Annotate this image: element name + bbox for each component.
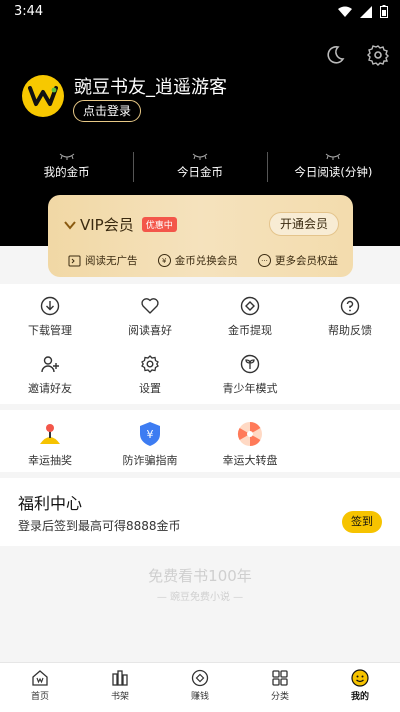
nav-label: 我的 (350, 692, 369, 702)
menu-label: 设置 (139, 382, 161, 395)
menu-row: 下载管理 阅读喜好 金币提现 帮助反馈 (0, 284, 400, 342)
joystick-icon (40, 424, 60, 444)
status-time: 3:44 (14, 4, 44, 19)
lash-icon (59, 153, 74, 160)
menu-help[interactable]: 帮助反馈 (300, 284, 400, 342)
yen-coin-icon: ¥ (157, 254, 171, 267)
status-bar: 3:44 (0, 0, 400, 24)
stat-label: 今日阅读(分钟) (294, 165, 373, 179)
download-icon (40, 296, 60, 316)
battery-icon (380, 5, 388, 18)
vip-chevron-icon (64, 220, 76, 230)
vip-title-row: VIP会员 优惠中 (64, 214, 177, 235)
nav-home[interactable]: 首页 (0, 663, 80, 712)
nav-earn[interactable]: 赚钱 (160, 663, 240, 712)
stat-my-coins[interactable]: 我的金币 (0, 148, 133, 188)
menu-label: 金币提现 (228, 324, 272, 337)
perk-label: 阅读无广告 (85, 255, 138, 267)
bookshelf-icon (112, 670, 128, 686)
signin-button[interactable]: 签到 (342, 511, 382, 533)
open-vip-button[interactable]: 开通会员 (269, 212, 339, 236)
welfare-subtitle: 登录后签到最高可得8888金币 (18, 519, 181, 533)
tool-lucky-wheel[interactable]: 幸运大转盘 (200, 410, 300, 472)
nav-label: 分类 (270, 692, 289, 702)
perk-label: 金币兑换会员 (174, 255, 238, 267)
earn-icon (191, 669, 209, 687)
nav-label: 首页 (30, 692, 49, 702)
menu-label: 下载管理 (28, 324, 72, 337)
menu-label: 青少年模式 (222, 382, 278, 395)
tool-label: 幸运大转盘 (222, 454, 278, 467)
settings-icon (141, 355, 159, 373)
gear-icon[interactable] (367, 44, 389, 66)
nav-label: 书架 (110, 692, 129, 702)
wifi-icon (338, 6, 352, 17)
svg-text:¥: ¥ (147, 428, 154, 441)
nav-label: 赚钱 (190, 692, 209, 702)
home-icon (32, 670, 48, 686)
stat-label: 我的金币 (43, 165, 90, 179)
signal-icon (360, 5, 372, 18)
tool-lucky-draw[interactable]: 幸运抽奖 (0, 410, 100, 472)
tools-row: 幸运抽奖 ¥ 防诈骗指南 幸运大转盘 (0, 410, 400, 472)
avatar[interactable] (22, 75, 64, 117)
menu-teen-mode[interactable]: 青少年模式 (200, 342, 300, 400)
wheel-icon (237, 422, 262, 446)
heart-icon (141, 298, 159, 314)
menu-row: 邀请好友 设置 青少年模式 (0, 342, 400, 400)
perk-no-ads: 阅读无广告 (68, 253, 138, 268)
invite-icon (41, 356, 59, 373)
stats-row: 我的金币 今日金币 今日阅读(分钟) (0, 148, 400, 188)
night-mode-icon[interactable] (324, 44, 346, 66)
nav-bookshelf[interactable]: 书架 (80, 663, 160, 712)
promo-tagline: — 豌豆免费小说 — (156, 592, 244, 603)
perk-coin-exchange: ¥ 金币兑换会员 (157, 253, 238, 268)
more-icon: ··· (258, 254, 271, 267)
shield-icon: ¥ (140, 422, 160, 446)
stat-today-reading[interactable]: 今日阅读(分钟) (266, 148, 400, 188)
perk-label: 更多会员权益 (275, 255, 338, 267)
menu-invite[interactable]: 邀请好友 (0, 342, 100, 400)
function-menu: 下载管理 阅读喜好 金币提现 帮助反馈 邀请好友 设置 青少年模式 (0, 284, 400, 404)
tool-label: 幸运抽奖 (28, 454, 72, 467)
tool-anti-fraud[interactable]: ¥ 防诈骗指南 (100, 410, 200, 472)
username: 豌豆书友_逍遥游客 (74, 77, 227, 98)
lash-icon (325, 153, 341, 160)
vip-badge: 优惠中 (141, 217, 177, 232)
menu-label: 阅读喜好 (128, 324, 172, 337)
tool-label: 防诈骗指南 (122, 454, 178, 467)
promo-footer: 免费看书100年 — 豌豆免费小说 — (0, 565, 400, 603)
wandou-logo-icon (28, 86, 58, 106)
vip-card[interactable]: VIP会员 优惠中 开通会员 阅读无广告 ¥ 金币兑换会员 ··· 更多会员权益 (48, 195, 353, 277)
promo-headline: 免费看书100年 (148, 567, 252, 585)
menu-download[interactable]: 下载管理 (0, 284, 100, 342)
status-icons (338, 5, 388, 18)
menu-coin-withdraw[interactable]: 金币提现 (200, 284, 300, 342)
perk-more: ··· 更多会员权益 (258, 253, 338, 268)
welfare-title: 福利中心 (18, 494, 83, 513)
vip-perks: 阅读无广告 ¥ 金币兑换会员 ··· 更多会员权益 (68, 253, 338, 268)
menu-label: 帮助反馈 (328, 324, 372, 337)
vip-title: VIP会员 (80, 216, 134, 234)
teen-mode-icon (240, 354, 260, 374)
coin-withdraw-icon (240, 296, 260, 316)
bottom-nav: 首页 书架 赚钱 分类 我的 (0, 662, 400, 712)
help-icon (340, 296, 360, 316)
lash-icon (192, 153, 208, 160)
profile-icon (351, 669, 369, 687)
category-icon (272, 670, 288, 686)
no-ads-icon (68, 255, 81, 266)
menu-reading-preference[interactable]: 阅读喜好 (100, 284, 200, 342)
stat-label: 今日金币 (176, 165, 223, 179)
menu-settings[interactable]: 设置 (100, 342, 200, 400)
stat-today-coins[interactable]: 今日金币 (133, 148, 266, 188)
login-button[interactable]: 点击登录 (73, 100, 141, 122)
welfare-center: 福利中心 登录后签到最高可得8888金币 签到 (0, 478, 400, 546)
nav-profile[interactable]: 我的 (320, 663, 400, 712)
nav-category[interactable]: 分类 (240, 663, 320, 712)
menu-label: 邀请好友 (28, 382, 72, 395)
